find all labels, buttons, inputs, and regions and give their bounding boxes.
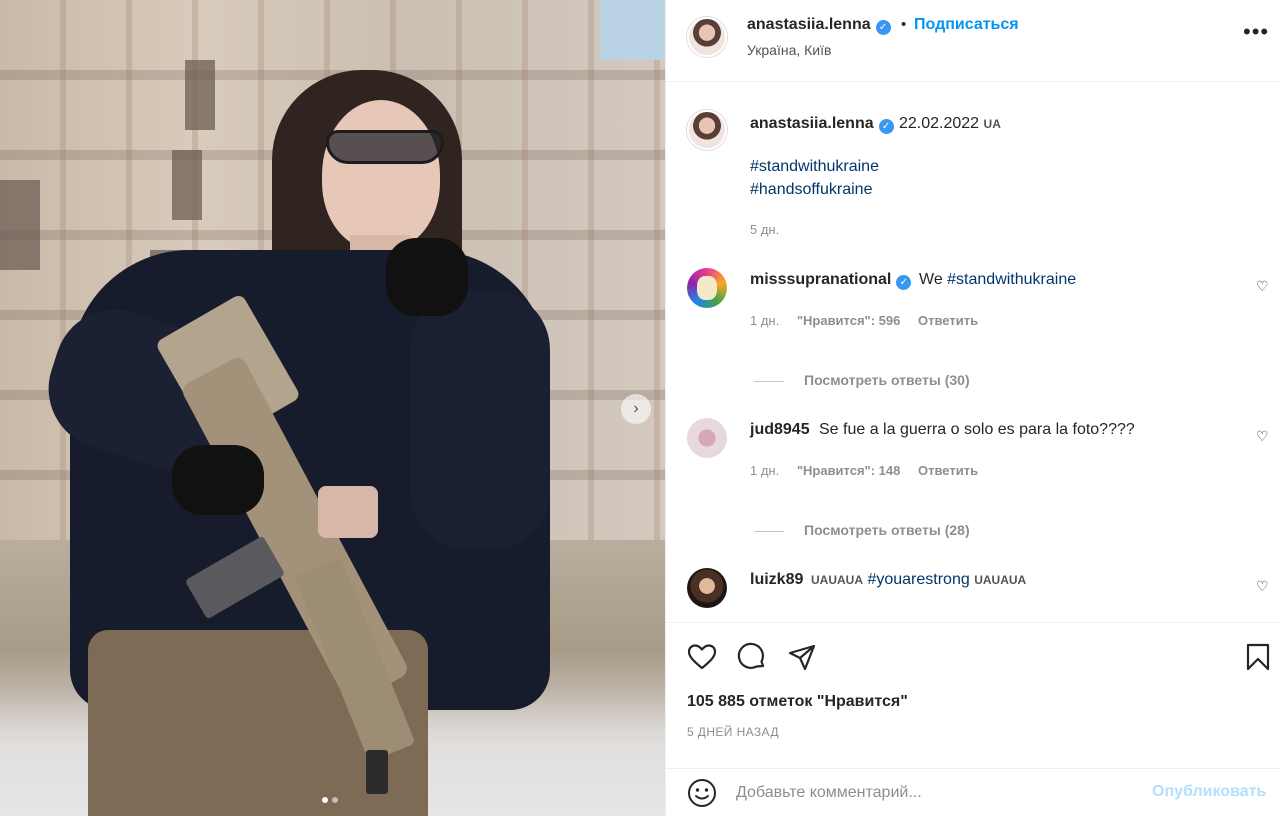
comment-text: Se fue a la guerra o solo es para la fot… [819,421,1135,438]
photo-glove-right [386,238,468,316]
caption-date: 22.02.2022 [899,115,980,132]
photo-face [322,100,440,250]
photo-window [185,60,215,130]
author-avatar[interactable] [687,17,727,57]
comment-likes[interactable]: "Нравится": 596 [797,313,901,328]
carousel-dot-active [322,797,328,803]
photo-rifle-muzzle [366,750,388,794]
post-actions: 105 885 отметок "Нравится" 5 ДНЕЙ НАЗАД [666,622,1280,778]
reply-button[interactable]: Ответить [918,463,978,478]
carousel-dot [332,797,338,803]
author-username-text[interactable]: anastasiia.lenna [747,16,871,33]
comment-time[interactable]: 1 дн. [750,313,779,328]
caption-username-text[interactable]: anastasiia.lenna [750,115,874,132]
comments-section[interactable]: anastasiia.lenna ✓ 22.02.2022 UA #standwi… [666,82,1280,622]
comment-meta: 1 дн. "Нравится": 596 Ответить [750,313,978,328]
hashtag-link[interactable]: #standwithukraine [947,271,1076,288]
post-location[interactable]: Україна, Київ [747,42,831,58]
post-time-ago[interactable]: 5 ДНЕЙ НАЗАД [687,725,779,739]
caption-date-line: 22.02.2022 UA [899,115,1001,133]
post-photo[interactable]: › [0,0,665,816]
add-comment-bar: Опубликовать [666,768,1280,816]
photo-window [172,150,202,220]
comment-avatar[interactable] [687,268,727,308]
comment-text: We #standwithukraine [919,271,1076,289]
hashtag-link[interactable]: #handsoffukraine [750,181,872,199]
photo-window [0,180,40,270]
ukraine-flag-emoji: UA [983,117,1001,131]
comment-meta: 1 дн. "Нравится": 148 Ответить [750,463,978,478]
comment-text: UAUAUA #youarestrong UAUAUA [811,571,1026,589]
carousel-dots [322,797,338,803]
comment-avatar[interactable] [687,418,727,458]
photo-sky [600,0,665,60]
comment-likes[interactable]: "Нравится": 148 [797,463,901,478]
more-options-icon[interactable]: ••• [1243,21,1269,43]
caption-username[interactable]: anastasiia.lenna ✓ [750,115,894,134]
comment-username[interactable]: jud8945 [750,421,810,439]
share-send-icon[interactable] [786,641,818,673]
post-side-panel: anastasiia.lenna ✓ • Подписаться Україна,… [665,0,1280,816]
post-header: anastasiia.lenna ✓ • Подписаться Україна,… [666,0,1280,82]
comment-input[interactable] [736,780,1136,806]
comment-time[interactable]: 1 дн. [750,463,779,478]
view-replies-button[interactable]: Посмотреть ответы (28) [754,522,970,538]
like-comment-heart-icon[interactable]: ♡ [1256,278,1269,295]
next-photo-button[interactable]: › [621,394,651,424]
verified-badge-icon: ✓ [896,275,912,290]
header-separator: • [901,16,907,33]
verified-badge-icon: ✓ [878,119,894,134]
photo-glove-left [172,445,264,515]
comment-username[interactable]: misssupranational ✓ [750,271,912,290]
verified-badge-icon: ✓ [875,20,891,35]
hashtag-link[interactable]: #youarestrong [867,571,969,588]
comment-bubble-icon[interactable] [736,641,768,673]
comment-username[interactable]: luizk89 [750,571,803,589]
follow-button[interactable]: Подписаться [914,16,1019,34]
emoji-smiley-icon[interactable] [687,778,717,808]
comment-username-text[interactable]: misssupranational [750,271,891,288]
photo-arm-right [410,290,550,550]
publish-button[interactable]: Опубликовать [1152,783,1266,801]
like-comment-heart-icon[interactable]: ♡ [1256,578,1269,595]
comment-avatar[interactable] [687,568,727,608]
reply-button[interactable]: Ответить [918,313,978,328]
chevron-right-icon: › [633,400,639,417]
view-replies-button[interactable]: Посмотреть ответы (30) [754,372,970,388]
ukraine-flags-emoji: UAUAUA [974,573,1027,587]
like-comment-heart-icon[interactable]: ♡ [1256,428,1269,445]
caption-time[interactable]: 5 дн. [750,222,779,237]
caption-avatar[interactable] [687,110,727,150]
photo-rifle-sight [318,486,378,538]
comment-text-prefix: We [919,271,948,288]
hashtag-link[interactable]: #standwithukraine [750,158,879,176]
ukraine-flags-emoji: UAUAUA [811,573,863,587]
like-heart-icon[interactable] [686,641,718,673]
author-username[interactable]: anastasiia.lenna ✓ [747,16,891,35]
save-bookmark-icon[interactable] [1242,641,1274,673]
likes-count[interactable]: 105 885 отметок "Нравится" [687,693,908,711]
photo-glasses [326,130,444,164]
